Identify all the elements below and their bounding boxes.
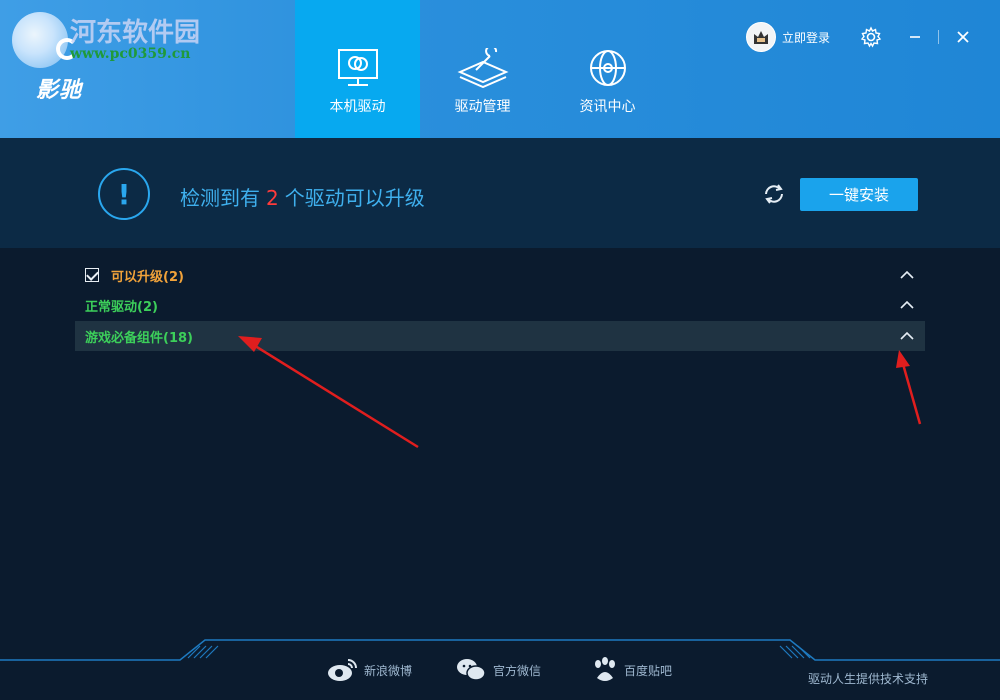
tab-local-drivers[interactable]: 本机驱动: [295, 0, 420, 138]
chevron-up-icon[interactable]: [899, 329, 915, 343]
group-label: 游戏必备组件(18): [85, 330, 193, 346]
weibo-icon: [328, 659, 357, 681]
tech-support-text: 驱动人生提供技术支持: [807, 672, 928, 686]
group-label: 可以升级(2): [111, 269, 184, 285]
watermark-url: www.pc0359.cn: [70, 46, 191, 62]
group-label: 正常驱动(2): [85, 299, 158, 315]
chevron-up-icon[interactable]: [899, 298, 915, 312]
footer-link-label: 百度贴吧: [624, 663, 673, 678]
scan-result-suffix: 个驱动可以升级: [284, 186, 425, 210]
scan-status-panel: ! 检测到有 2 个驱动可以升级 一键安装: [0, 138, 1000, 248]
settings-button[interactable]: [860, 26, 882, 48]
footer: 新浪微博 官方微信 百度贴吧 驱动人生提供技术支持: [0, 638, 1000, 700]
baidu-paw-icon: [595, 657, 615, 681]
select-all-checkbox[interactable]: [85, 268, 99, 282]
wechat-link[interactable]: 官方微信: [455, 656, 541, 684]
driver-list: 可以升级(2) 正常驱动(2) 游戏必备组件(18): [0, 248, 1000, 638]
minimize-button[interactable]: [904, 26, 926, 48]
minimize-icon: [910, 36, 920, 38]
scan-result-prefix: 检测到有: [180, 186, 260, 210]
refresh-icon[interactable]: [760, 180, 788, 208]
tab-driver-management[interactable]: 驱动管理: [420, 0, 545, 138]
footer-link-label: 新浪微博: [364, 663, 413, 678]
alert-icon: !: [98, 168, 150, 220]
chevron-up-icon[interactable]: [899, 268, 915, 282]
one-click-install-button[interactable]: 一键安装: [800, 178, 918, 211]
tab-label: 本机驱动: [329, 99, 386, 115]
tieba-link[interactable]: 百度贴吧: [592, 656, 672, 684]
avatar[interactable]: [746, 22, 776, 52]
brand-name: 影驰: [36, 78, 83, 103]
close-icon: [957, 31, 969, 43]
tab-label: 资讯中心: [579, 99, 636, 115]
group-row-upgradable[interactable]: 可以升级(2): [75, 260, 925, 290]
logo-area: 影驰 河东软件园 www.pc0359.cn: [0, 0, 295, 138]
app-header: 影驰 河东软件园 www.pc0359.cn 本机驱动 驱动管理 资讯中心 立即…: [0, 0, 1000, 138]
login-link[interactable]: 立即登录: [782, 29, 830, 46]
wechat-icon: [457, 659, 486, 681]
gear-icon: [860, 26, 882, 48]
tab-news-center[interactable]: 资讯中心: [545, 0, 670, 138]
weibo-link[interactable]: 新浪微博: [326, 656, 412, 684]
wrench-stack-icon: [456, 48, 509, 88]
tab-label: 驱动管理: [454, 99, 511, 115]
group-row-game-components[interactable]: 游戏必备组件(18): [75, 321, 925, 351]
scan-result-text: 检测到有 2 个驱动可以升级: [180, 182, 425, 211]
main-nav: 本机驱动 驱动管理 资讯中心: [295, 0, 670, 138]
user-avatar-icon: [754, 31, 768, 44]
footer-link-label: 官方微信: [493, 663, 542, 678]
title-separator: [938, 30, 939, 44]
monitor-icon: [337, 49, 378, 86]
login-area[interactable]: 立即登录: [746, 22, 830, 52]
close-button[interactable]: [952, 26, 974, 48]
watermark-site-name: 河东软件园: [70, 18, 201, 48]
globe-icon: [589, 50, 626, 86]
group-row-normal[interactable]: 正常驱动(2): [75, 290, 925, 320]
upgradable-count: 2: [266, 186, 279, 210]
